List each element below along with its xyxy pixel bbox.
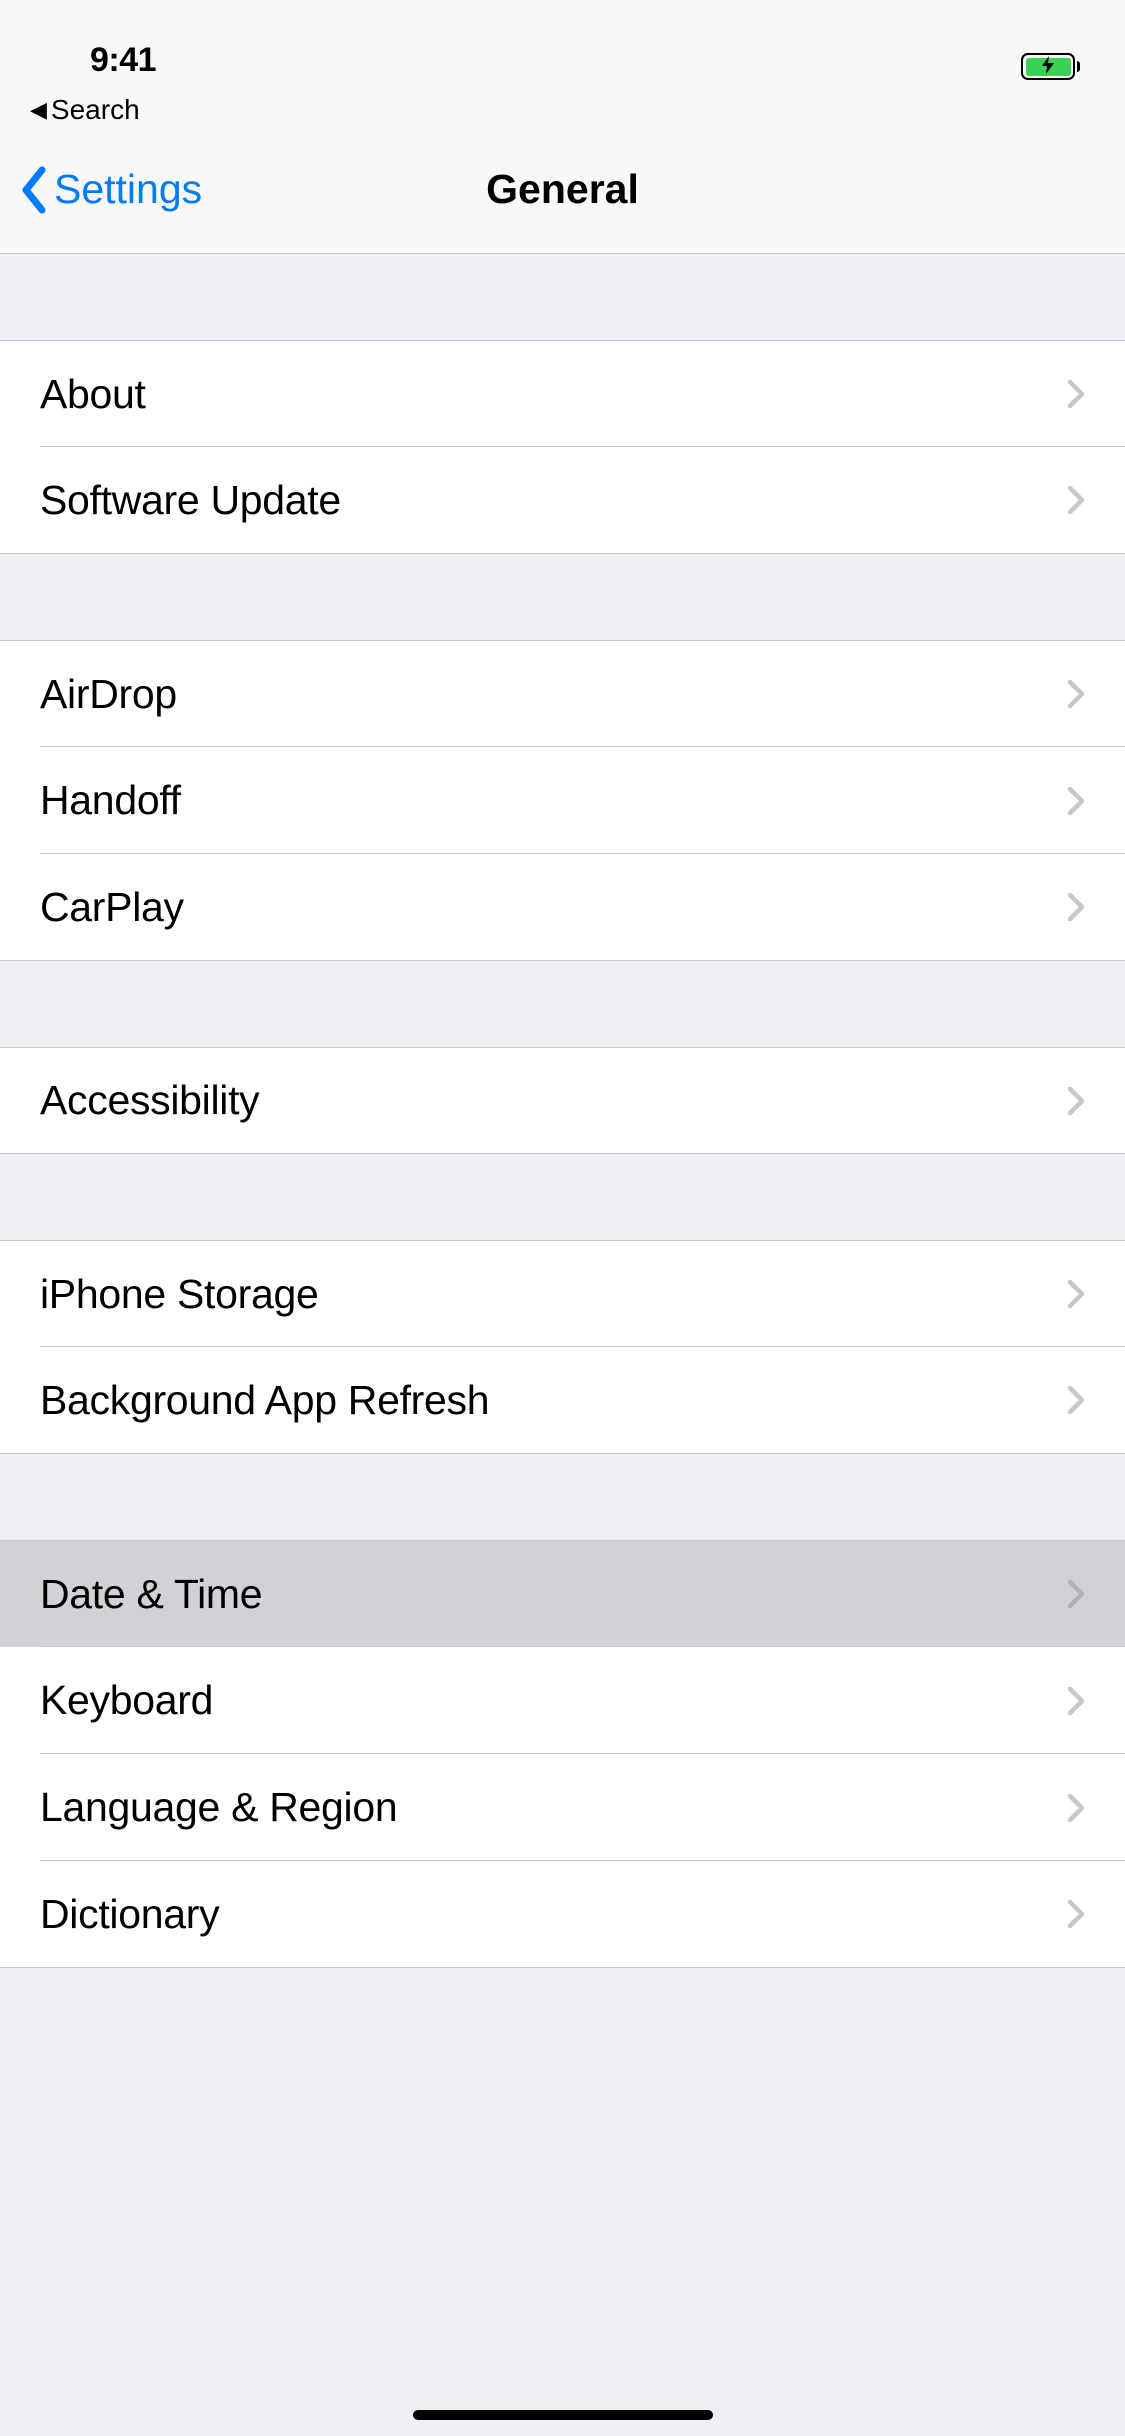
- chevron-right-icon: [1067, 1385, 1085, 1415]
- cell-label: iPhone Storage: [40, 1271, 1067, 1318]
- settings-list[interactable]: About Software Update AirDrop Handoff Ca…: [0, 254, 1125, 1968]
- page-title: General: [486, 166, 639, 213]
- cell-about[interactable]: About: [0, 340, 1125, 447]
- chevron-right-icon: [1067, 1279, 1085, 1309]
- cell-airdrop[interactable]: AirDrop: [0, 640, 1125, 747]
- cell-label: Handoff: [40, 777, 1067, 824]
- section-spacer: [0, 1154, 1125, 1240]
- cell-software-update[interactable]: Software Update: [0, 447, 1125, 554]
- cell-carplay[interactable]: CarPlay: [0, 854, 1125, 961]
- chevron-left-icon: [20, 166, 48, 214]
- cell-label: Date & Time: [40, 1571, 1067, 1618]
- charging-icon: [1042, 56, 1054, 77]
- cell-label: Keyboard: [40, 1677, 1067, 1724]
- battery-indicator: [1021, 53, 1080, 80]
- cell-iphone-storage[interactable]: iPhone Storage: [0, 1240, 1125, 1347]
- cell-label: About: [40, 371, 1067, 418]
- nav-bar: Settings General: [0, 126, 1125, 254]
- cell-label: Software Update: [40, 477, 1067, 524]
- back-label: Settings: [54, 166, 202, 213]
- cell-label: AirDrop: [40, 671, 1067, 718]
- cell-label: Dictionary: [40, 1891, 1067, 1938]
- cell-label: Accessibility: [40, 1077, 1067, 1124]
- chevron-right-icon: [1067, 786, 1085, 816]
- cell-accessibility[interactable]: Accessibility: [0, 1047, 1125, 1154]
- cell-keyboard[interactable]: Keyboard: [0, 1647, 1125, 1754]
- chevron-right-icon: [1067, 1686, 1085, 1716]
- status-time: 9:41: [45, 41, 156, 80]
- chevron-right-icon: [1067, 485, 1085, 515]
- cell-background-app-refresh[interactable]: Background App Refresh: [0, 1347, 1125, 1454]
- chevron-right-icon: [1067, 1086, 1085, 1116]
- cell-date-time[interactable]: Date & Time: [0, 1540, 1125, 1647]
- chevron-right-icon: [1067, 892, 1085, 922]
- back-button[interactable]: Settings: [20, 166, 202, 214]
- breadcrumb-label: Search: [51, 94, 140, 126]
- cell-language-region[interactable]: Language & Region: [0, 1754, 1125, 1861]
- section-spacer: [0, 254, 1125, 340]
- section-spacer: [0, 554, 1125, 640]
- triangle-left-icon: ◀: [30, 99, 47, 121]
- chevron-right-icon: [1067, 379, 1085, 409]
- cell-label: CarPlay: [40, 884, 1067, 931]
- cell-dictionary[interactable]: Dictionary: [0, 1861, 1125, 1968]
- section-spacer: [0, 961, 1125, 1047]
- cell-label: Language & Region: [40, 1784, 1067, 1831]
- home-indicator[interactable]: [413, 2410, 713, 2420]
- chevron-right-icon: [1067, 679, 1085, 709]
- breadcrumb-bar: ◀ Search: [0, 88, 1125, 126]
- chevron-right-icon: [1067, 1579, 1085, 1609]
- chevron-right-icon: [1067, 1899, 1085, 1929]
- cell-handoff[interactable]: Handoff: [0, 747, 1125, 854]
- section-spacer: [0, 1454, 1125, 1540]
- cell-label: Background App Refresh: [40, 1377, 1067, 1424]
- chevron-right-icon: [1067, 1793, 1085, 1823]
- status-bar: 9:41: [0, 0, 1125, 88]
- breadcrumb-back[interactable]: ◀ Search: [30, 94, 1095, 126]
